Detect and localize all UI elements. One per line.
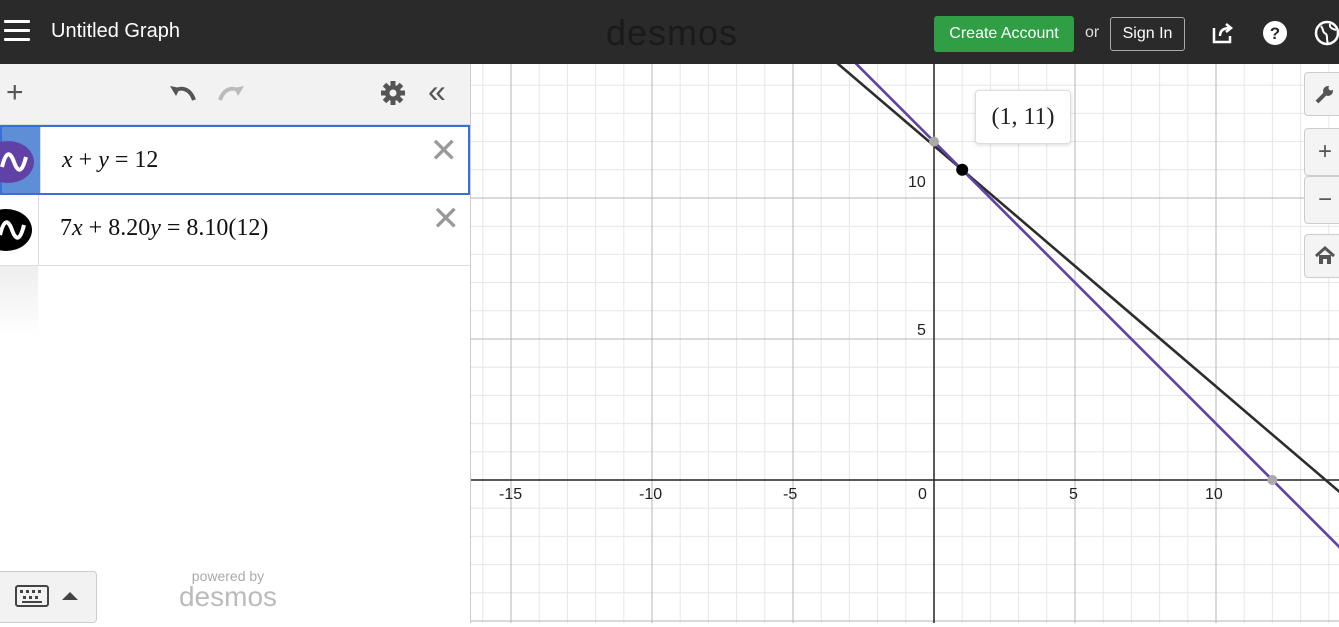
sign-in-button[interactable]: Sign In <box>1110 17 1185 51</box>
create-account-button[interactable]: Create Account <box>934 16 1074 52</box>
keyboard-toggle[interactable] <box>0 571 97 623</box>
expression-gutter <box>0 195 39 265</box>
expression-row-2[interactable]: 7x + 8.20y = 8.10(12) ✕ <box>0 195 470 266</box>
y-tick-label: 5 <box>917 322 926 339</box>
wrench-icon[interactable] <box>1304 72 1339 116</box>
x-tick-label: 5 <box>1069 486 1078 503</box>
expression-math[interactable]: 7x + 8.20y = 8.10(12) <box>60 215 268 242</box>
intersection-point <box>956 163 969 176</box>
x-tick-label: -15 <box>499 486 523 503</box>
expression-math[interactable]: x + y = 12 <box>62 147 158 174</box>
graph-title[interactable]: Untitled Graph <box>51 20 180 43</box>
intercept-point <box>1267 475 1278 485</box>
intercept-point <box>929 136 939 147</box>
series-line <box>854 64 1339 549</box>
y-tick-label: 10 <box>908 174 926 191</box>
delete-expression-icon[interactable]: ✕ <box>432 199 461 239</box>
point-label[interactable]: (1, 11) <box>975 90 1071 144</box>
wave-color-icon[interactable] <box>0 141 34 183</box>
top-bar: Untitled Graph desmos Create Account or … <box>0 0 1339 64</box>
expression-gutter <box>0 127 41 193</box>
share-icon[interactable] <box>1210 20 1236 46</box>
language-icon[interactable] <box>1314 20 1339 46</box>
delete-expression-icon[interactable]: ✕ <box>430 131 459 171</box>
x-tick-label: 10 <box>1205 486 1223 503</box>
zoom-in-button[interactable]: + <box>1304 128 1339 176</box>
svg-text:?: ? <box>1270 24 1280 43</box>
expression-panel: + « x + y = 12 ✕ 7x + 8.20y = 8.10(12) ✕ <box>0 64 471 623</box>
desmos-logo: desmos <box>606 12 739 53</box>
or-text: or <box>1085 24 1100 41</box>
expression-toolbar: + « <box>0 64 470 125</box>
undo-icon[interactable] <box>168 80 198 110</box>
empty-expression-gutter[interactable] <box>0 266 38 336</box>
collapse-panel-icon[interactable]: « <box>428 75 446 107</box>
menu-icon[interactable] <box>4 20 30 44</box>
help-icon[interactable]: ? <box>1262 20 1288 46</box>
x-tick-label: 0 <box>918 486 927 503</box>
zoom-out-button[interactable]: − <box>1304 176 1339 224</box>
x-tick-label: -5 <box>783 486 798 503</box>
redo-icon[interactable] <box>216 80 246 110</box>
add-expression-icon[interactable]: + <box>6 78 24 108</box>
home-icon[interactable] <box>1304 234 1339 278</box>
series-line <box>836 64 1339 494</box>
wave-color-icon[interactable] <box>0 209 32 251</box>
graph-paper[interactable] <box>471 64 1339 623</box>
graph-canvas[interactable] <box>471 64 1339 623</box>
settings-gear-icon[interactable] <box>380 80 406 112</box>
powered-by-desmos: powered by desmos <box>176 568 280 612</box>
x-tick-label: -10 <box>639 486 663 503</box>
expression-row-1[interactable]: x + y = 12 ✕ <box>0 125 470 195</box>
powered-by-brand: desmos <box>178 581 278 612</box>
